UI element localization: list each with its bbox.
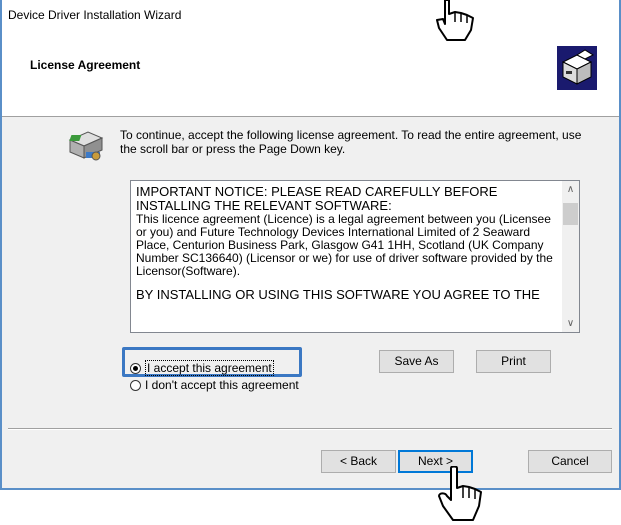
decline-radio-option[interactable]: I don't accept this agreement	[130, 378, 299, 392]
license-body: This licence agreement (Licence) is a le…	[136, 212, 553, 278]
license-document-icon	[68, 131, 104, 161]
print-button[interactable]: Print	[476, 350, 551, 373]
footer-separator	[8, 428, 612, 430]
save-as-button[interactable]: Save As	[379, 350, 454, 373]
license-text: IMPORTANT NOTICE: PLEASE READ CAREFULLY …	[136, 184, 556, 302]
license-last-line: BY INSTALLING OR USING THIS SOFTWARE YOU…	[136, 287, 540, 302]
license-scrollbar[interactable]: ∧ ∨	[562, 181, 579, 332]
decline-radio[interactable]	[130, 379, 141, 391]
wizard-window: Device Driver Installation Wizard Licens…	[0, 0, 621, 490]
intro-text: To continue, accept the following licens…	[120, 128, 582, 156]
page-title: License Agreement	[30, 58, 141, 72]
license-heading-line2: INSTALLING THE RELEVANT SOFTWARE:	[136, 198, 392, 213]
back-button[interactable]: < Back	[321, 450, 396, 473]
cancel-button[interactable]: Cancel	[528, 450, 612, 473]
window-title: Device Driver Installation Wizard	[8, 8, 182, 22]
accept-radio-option[interactable]: I accept this agreement	[130, 360, 274, 376]
accept-label[interactable]: I accept this agreement	[145, 360, 274, 376]
license-textbox[interactable]: IMPORTANT NOTICE: PLEASE READ CAREFULLY …	[130, 180, 580, 333]
scroll-up-icon[interactable]: ∧	[562, 181, 579, 198]
title-bar: Device Driver Installation Wizard	[2, 0, 619, 30]
decline-label[interactable]: I don't accept this agreement	[145, 378, 299, 392]
scroll-down-icon[interactable]: ∨	[562, 315, 579, 332]
license-heading-line1: IMPORTANT NOTICE: PLEASE READ CAREFULLY …	[136, 184, 498, 199]
wizard-header: License Agreement	[2, 30, 619, 117]
hand-pointer-icon	[436, 0, 474, 41]
accept-radio[interactable]	[130, 362, 141, 374]
installer-box-icon	[557, 46, 597, 90]
hand-pointer-icon	[438, 466, 482, 521]
scrollbar-thumb[interactable]	[563, 203, 578, 225]
